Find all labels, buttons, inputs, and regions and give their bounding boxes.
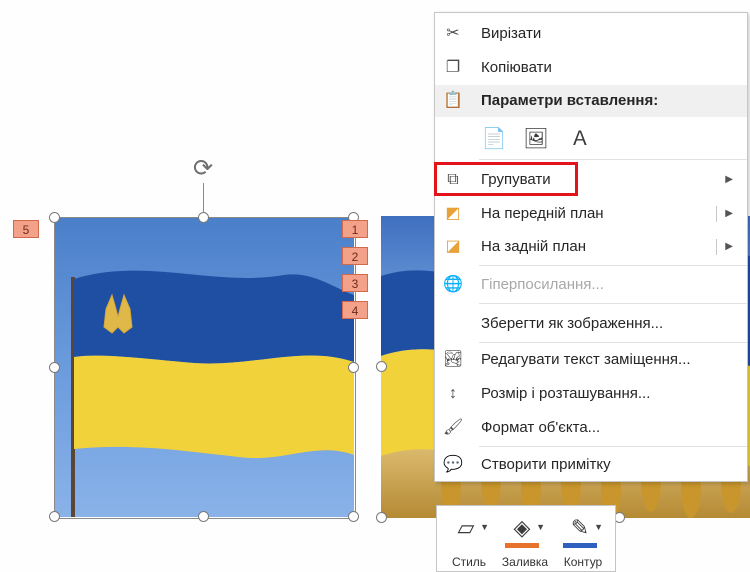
menu-item-new-comment[interactable]: 💬 Створити примітку (435, 449, 747, 481)
ukraine-flag-art (71, 270, 354, 517)
scissors-icon: ✂ (446, 25, 460, 42)
fill-button[interactable]: ◈ ▼ Заливка (497, 512, 551, 569)
menu-item-label: Редагувати текст заміщення... (481, 351, 691, 368)
selection-handle-top[interactable] (198, 212, 209, 223)
chevron-down-icon: ▼ (480, 522, 489, 532)
selection-handle-left-2[interactable] (376, 361, 387, 372)
globe-link-icon: 🌐 (443, 276, 463, 293)
rotate-handle-icon[interactable]: ⟳ (190, 156, 216, 182)
bring-to-front-icon: ◩ (445, 205, 461, 222)
comment-icon: 💬 (443, 456, 463, 473)
paint-bucket-icon: ◈ (513, 515, 531, 540)
chevron-down-icon: ▼ (536, 522, 545, 532)
selection-handle-right[interactable] (348, 362, 359, 373)
paste-options-header: 📋 Параметри вставлення: (435, 85, 747, 117)
context-menu: ✂ Вирізати ❐ Копіювати 📋 Параметри встав… (434, 12, 748, 482)
menu-item-send-to-back[interactable]: ◪ На задній план ▶ (435, 231, 747, 263)
menu-item-edit-alt-text[interactable]: 🏞 Редагувати текст заміщення... (435, 344, 747, 376)
menu-item-label: Гіперпосилання... (481, 276, 604, 293)
style-button[interactable]: ▱ ▼ Стиль (441, 512, 495, 569)
step-tag: 5 (13, 220, 39, 238)
outline-button[interactable]: ✎ ▼ Контур (555, 512, 609, 569)
size-position-icon: ↕ (449, 385, 457, 402)
fill-color-bar (505, 543, 539, 548)
copy-icon: ❐ (445, 59, 461, 76)
menu-header-label: Параметри вставлення: (481, 92, 659, 109)
menu-item-size-and-position[interactable]: ↕ Розмір і розташування... (435, 378, 747, 410)
menu-item-save-as-picture[interactable]: Зберегти як зображення... (435, 308, 747, 340)
alt-text-icon: 🏞 (443, 351, 464, 368)
shape-style-icon: ▱ (457, 515, 475, 540)
style-label: Стиль (451, 555, 487, 569)
paste-text-only-icon[interactable]: Ａ (567, 125, 593, 153)
chevron-down-icon: ▼ (594, 522, 603, 532)
format-paint-icon: 🖌 (443, 419, 464, 436)
menu-item-label: Копіювати (481, 59, 552, 76)
menu-separator (479, 342, 747, 343)
menu-separator (479, 159, 747, 160)
ukraine-flag-picture[interactable] (54, 217, 354, 517)
split-divider (716, 206, 717, 222)
menu-separator (479, 265, 747, 266)
step-tag: 1 (342, 220, 368, 238)
mini-toolbar: ▱ ▼ Стиль ◈ ▼ Заливка ✎ ▼ Контур (436, 505, 616, 572)
pencil-outline-icon: ✎ (570, 515, 590, 540)
send-to-back-icon: ◪ (445, 238, 461, 255)
menu-item-label: На передній план (481, 205, 604, 222)
menu-item-hyperlink: 🌐 Гіперпосилання... (435, 269, 747, 301)
submenu-arrow-icon: ▶ (725, 208, 733, 219)
selection-handle-top-left[interactable] (49, 212, 60, 223)
selection-handle-bottom-left[interactable] (49, 511, 60, 522)
menu-item-label: Зберегти як зображення... (481, 315, 664, 332)
split-divider (716, 239, 717, 255)
selection-handle-bottom[interactable] (198, 511, 209, 522)
menu-item-cut[interactable]: ✂ Вирізати (435, 18, 747, 50)
menu-item-bring-to-front[interactable]: ◩ На передній план ▶ (435, 198, 747, 230)
menu-item-label: Створити примітку (481, 456, 611, 473)
paste-keep-formatting-icon[interactable]: 📄 (481, 125, 507, 153)
selection-handle-bottom-left-2[interactable] (376, 512, 387, 523)
selection-handle-left[interactable] (49, 362, 60, 373)
fill-label: Заливка (501, 555, 549, 569)
menu-item-label: На задній план (481, 238, 586, 255)
selection-handle-bottom-right[interactable] (348, 511, 359, 522)
paste-picture-icon[interactable]: 🖼 (523, 125, 549, 153)
submenu-arrow-icon: ▶ (725, 241, 733, 252)
menu-item-label: Формат об'єкта... (481, 419, 601, 436)
menu-separator (479, 303, 747, 304)
group-highlight-box (434, 162, 578, 196)
menu-item-copy[interactable]: ❐ Копіювати (435, 52, 747, 84)
step-tag: 4 (342, 301, 368, 319)
step-tag: 2 (342, 247, 368, 265)
menu-separator (479, 446, 747, 447)
menu-item-label: Вирізати (481, 25, 542, 42)
outline-label: Контур (563, 555, 603, 569)
step-tag: 3 (342, 274, 368, 292)
menu-item-label: Розмір і розташування... (481, 385, 651, 402)
submenu-arrow-icon: ▶ (725, 174, 733, 185)
outline-color-bar (563, 543, 597, 548)
paste-options-row: 📄 🖼 Ａ (481, 121, 681, 157)
menu-item-format-object[interactable]: 🖌 Формат об'єкта... (435, 412, 747, 444)
clipboard-icon: 📋 (443, 92, 463, 109)
